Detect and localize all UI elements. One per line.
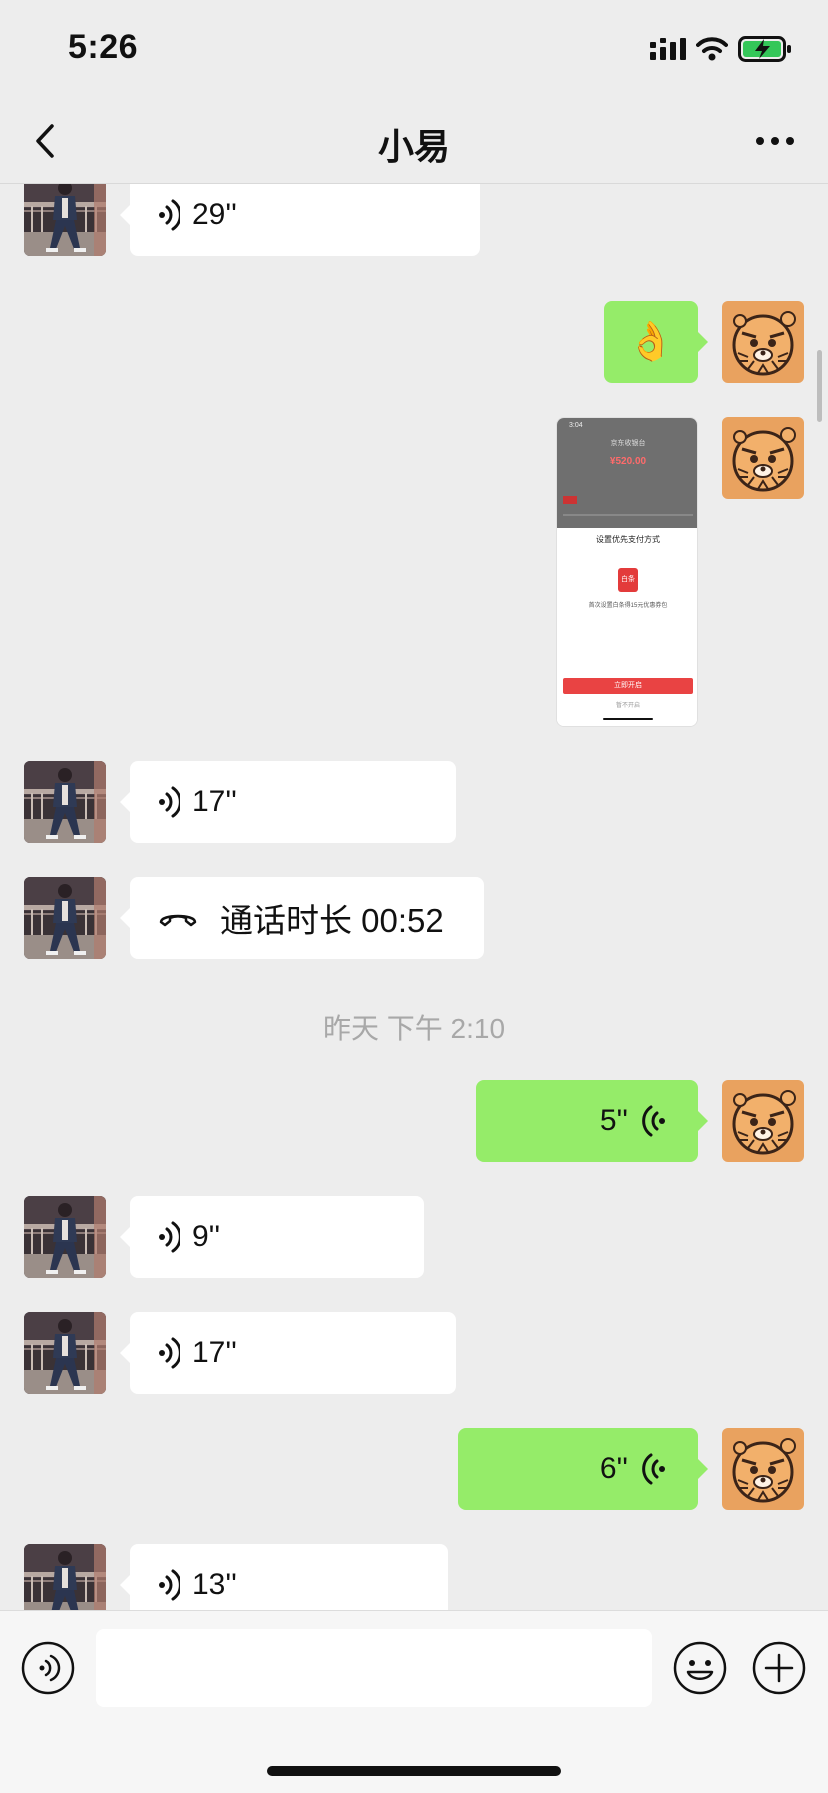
- image-sheet: 设置优先支付方式 白条 首次设置白条得15元优惠券包 立即开启 暂不开启: [557, 528, 697, 726]
- contact-avatar[interactable]: [24, 1544, 106, 1610]
- emoji-button[interactable]: [673, 1641, 727, 1695]
- voice-wave-icon: [157, 1221, 180, 1253]
- voice-wave-icon: [157, 786, 180, 818]
- scrollbar[interactable]: [817, 350, 822, 422]
- voice-duration: 13'': [192, 1568, 237, 1601]
- image-row-icon: [563, 496, 577, 504]
- voice-wave-icon: [157, 1337, 180, 1369]
- message-row: 17'': [0, 1312, 828, 1394]
- voice-duration: 17'': [192, 1336, 237, 1369]
- message-row: 29'': [0, 184, 828, 256]
- chat-timestamp: 昨天 下午 2:10: [322, 1013, 506, 1044]
- status-icons: [650, 34, 792, 64]
- voice-duration: 5'': [599, 1104, 628, 1137]
- more-options-button[interactable]: [750, 118, 800, 164]
- more-functions-button[interactable]: [752, 1641, 806, 1695]
- contact-avatar[interactable]: [24, 1312, 106, 1394]
- call-duration-text: 通话时长 00:52: [220, 902, 444, 939]
- phone-hangup-icon: [159, 914, 197, 927]
- voice-duration: 29'': [192, 198, 237, 231]
- image-home-indicator: [603, 718, 653, 720]
- voice-message-bubble[interactable]: 13'': [120, 1544, 448, 1610]
- message-row: 17'': [0, 761, 828, 843]
- message-row: 9'': [0, 1196, 828, 1278]
- image-divider: [563, 514, 693, 516]
- chat-title: 小易: [377, 126, 450, 167]
- status-time: 5:26: [68, 28, 139, 66]
- message-row: 5'': [0, 1080, 828, 1162]
- image-primary-button: 立即开启: [563, 678, 693, 694]
- message-row: 6'': [0, 1428, 828, 1510]
- my-avatar[interactable]: [722, 417, 804, 499]
- baitiao-logo: 白条: [618, 568, 638, 592]
- image-time: 3:04: [569, 422, 583, 429]
- message-row: 13'': [0, 1544, 828, 1610]
- message-row: 👌: [0, 301, 828, 383]
- voice-duration: 9'': [192, 1220, 221, 1253]
- contact-avatar[interactable]: [24, 877, 106, 959]
- chat-message-list[interactable]: 29'' 👌 3:04 京东收银台 ¥520.00 设置优先支付方式 白条 首次…: [0, 184, 828, 1610]
- image-sheet-title: 设置优先支付方式: [596, 535, 660, 544]
- image-page-title: 京东收银台: [610, 440, 646, 447]
- voice-message-bubble[interactable]: 9'': [120, 1196, 424, 1278]
- my-avatar[interactable]: [722, 1080, 804, 1162]
- voice-message-bubble[interactable]: 29'': [120, 184, 480, 256]
- image-message[interactable]: 3:04 京东收银台 ¥520.00 设置优先支付方式 白条 首次设置白条得15…: [556, 417, 698, 727]
- voice-wave-icon: [157, 199, 180, 231]
- message-row: 通话时长 00:52: [0, 877, 828, 959]
- voice-wave-icon: [642, 1453, 666, 1485]
- voice-message-bubble[interactable]: 17'': [120, 1312, 456, 1394]
- signal-icon: [650, 38, 686, 60]
- status-bar: 5:26: [0, 0, 828, 100]
- image-dimmed-top: 3:04 京东收银台 ¥520.00: [557, 418, 697, 528]
- image-promo-text: 首次设置白条得15元优惠券包: [588, 603, 668, 609]
- contact-avatar[interactable]: [24, 761, 106, 843]
- battery-charging-icon: [738, 36, 791, 62]
- message-input[interactable]: [96, 1629, 652, 1707]
- image-secondary-button: 暂不开启: [615, 703, 640, 709]
- wifi-icon: [696, 37, 728, 61]
- voice-message-bubble[interactable]: 6'': [458, 1428, 708, 1510]
- call-record-bubble[interactable]: 通话时长 00:52: [120, 877, 484, 959]
- voice-wave-icon: [642, 1105, 666, 1137]
- image-amount: ¥520.00: [609, 456, 647, 467]
- emoji-message-bubble[interactable]: 👌: [604, 301, 708, 383]
- home-indicator: [267, 1766, 561, 1776]
- message-row: 3:04 京东收银台 ¥520.00 设置优先支付方式 白条 首次设置白条得15…: [0, 417, 828, 727]
- contact-avatar[interactable]: [24, 184, 106, 256]
- ok-hand-emoji: 👌: [627, 321, 675, 363]
- voice-duration: 17'': [192, 785, 237, 818]
- my-avatar[interactable]: [722, 301, 804, 383]
- navigation-bar: 小易: [0, 100, 828, 184]
- voice-mode-button[interactable]: [21, 1641, 75, 1695]
- voice-message-bubble[interactable]: 17'': [120, 761, 456, 843]
- voice-wave-icon: [157, 1569, 180, 1601]
- contact-avatar[interactable]: [24, 1196, 106, 1278]
- voice-message-bubble[interactable]: 5'': [476, 1080, 708, 1162]
- voice-duration: 6'': [599, 1452, 628, 1485]
- my-avatar[interactable]: [722, 1428, 804, 1510]
